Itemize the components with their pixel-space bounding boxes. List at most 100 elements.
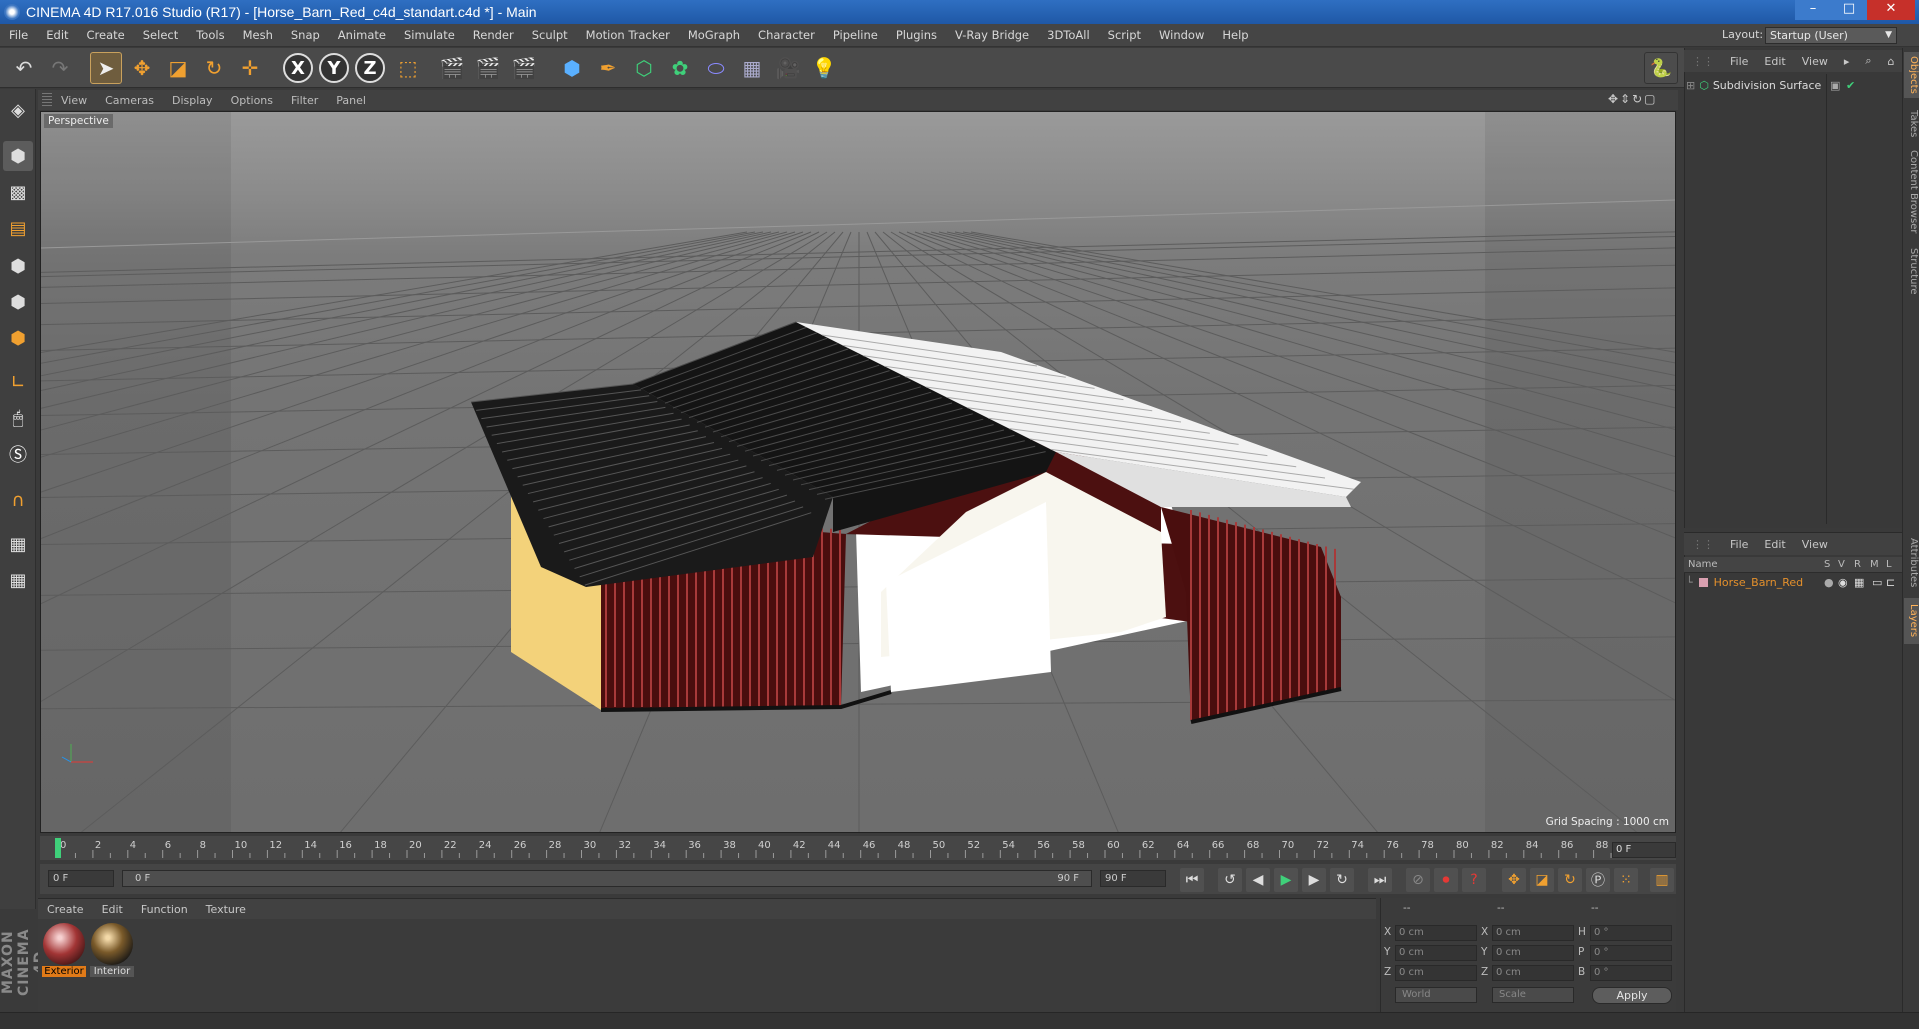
subdivision-button[interactable]: ⬡ (628, 52, 660, 84)
render-clapper-icon[interactable]: ▦ (1854, 576, 1864, 589)
size-x-field[interactable]: 0 cm (1492, 925, 1574, 941)
workplane-lock-button[interactable]: ▦ (3, 529, 33, 559)
floor-environment-button[interactable]: ▦ (736, 52, 768, 84)
solo-mode-button[interactable]: Ⓢ (3, 439, 33, 469)
tab-attributes[interactable]: Attributes (1904, 532, 1919, 594)
go-to-end-button[interactable]: ⏭ (1368, 868, 1392, 892)
rotation-p-field[interactable]: 0 ° (1590, 945, 1672, 961)
home-icon[interactable]: ⌂ (1880, 55, 1903, 68)
menu-tools[interactable]: Tools (187, 28, 233, 42)
menu-character[interactable]: Character (749, 28, 824, 42)
menu-edit[interactable]: Edit (37, 28, 77, 42)
previous-key-button[interactable]: ↺ (1218, 868, 1242, 892)
key-scale-button[interactable]: ◪ (1530, 868, 1554, 892)
lock-y-axis-button[interactable]: Y (318, 52, 350, 84)
camera-button[interactable]: 🎥 (772, 52, 804, 84)
size-z-field[interactable]: 0 cm (1492, 965, 1574, 981)
menu-3dtoall[interactable]: 3DToAll (1038, 28, 1099, 42)
current-frame-field[interactable]: 0 F (1612, 842, 1676, 858)
deformer-button[interactable]: ⬭ (700, 52, 732, 84)
scale-tool-button[interactable]: ◪ (162, 52, 194, 84)
move-tool-button[interactable]: ✥ (126, 52, 158, 84)
axis-mode-button[interactable]: ∟ (3, 367, 33, 397)
autokey-button[interactable]: ? (1462, 868, 1486, 892)
spline-pen-button[interactable]: ✒ (592, 52, 624, 84)
menu-window[interactable]: Window (1150, 28, 1213, 42)
render-settings-button[interactable]: 🎬 (508, 52, 540, 84)
menu-snap[interactable]: Snap (282, 28, 329, 42)
position-z-field[interactable]: 0 cm (1395, 965, 1477, 981)
visibility-toggle-icon[interactable]: ▣ (1830, 79, 1840, 92)
layer-menu-file[interactable]: File (1722, 538, 1756, 551)
frame-range-slider[interactable]: 0 F 90 F (122, 870, 1092, 887)
minimize-button[interactable]: – (1795, 0, 1831, 20)
material-menu-texture[interactable]: Texture (197, 903, 255, 916)
object-row-subdivision-surface[interactable]: ⊞ ⬡ Subdivision Surface ▣ ✔ (1686, 76, 1900, 94)
layer-color-swatch[interactable] (1698, 577, 1708, 587)
more-arrow-icon[interactable]: ▸ (1836, 55, 1858, 68)
material-menu-function[interactable]: Function (132, 903, 197, 916)
material-interior[interactable]: Interior (90, 922, 134, 978)
model-mode-button[interactable]: ⬢ (3, 141, 33, 171)
undo-button[interactable]: ↶ (8, 52, 40, 84)
texture-mode-button[interactable]: ▩ (3, 177, 33, 207)
tweak-mode-button[interactable]: 🖱 (3, 403, 33, 433)
go-to-start-button[interactable]: ⏮ (1180, 868, 1204, 892)
record-button[interactable]: ⏺ (1434, 868, 1458, 892)
position-x-field[interactable]: 0 cm (1395, 925, 1477, 941)
layer-row-horse-barn[interactable]: └ Horse_Barn_Red ● ◉ ▦ ▭ ⊏ (1686, 574, 1900, 590)
light-button[interactable]: 💡 (808, 52, 840, 84)
points-mode-button[interactable]: ⬢ (3, 251, 33, 281)
viewport-menu-filter[interactable]: Filter (282, 94, 327, 107)
menu-create[interactable]: Create (78, 28, 134, 42)
tab-takes[interactable]: Takes (1904, 106, 1919, 142)
material-menu-create[interactable]: Create (38, 903, 93, 916)
python-button[interactable]: 🐍 (1644, 52, 1678, 84)
material-exterior[interactable]: Exterior (42, 922, 86, 978)
eye-icon[interactable]: ◉ (1838, 576, 1848, 589)
viewport-navigation-icons[interactable]: ✥⇕↻▢ (1608, 92, 1658, 106)
tab-objects[interactable]: Objects (1904, 52, 1919, 98)
coordinate-space-dropdown[interactable]: World (1395, 987, 1477, 1003)
apply-button[interactable]: Apply (1592, 987, 1672, 1004)
cube-object-button[interactable]: ⬢ (556, 52, 588, 84)
menu-pipeline[interactable]: Pipeline (824, 28, 887, 42)
key-position-button[interactable]: ✥ (1502, 868, 1526, 892)
rotate-tool-button[interactable]: ↻ (198, 52, 230, 84)
menu-mograph[interactable]: MoGraph (679, 28, 749, 42)
menu-help[interactable]: Help (1213, 28, 1257, 42)
start-frame-field[interactable]: 0 F (48, 870, 114, 887)
key-rotation-button[interactable]: ↻ (1558, 868, 1582, 892)
key-parameter-button[interactable]: Ⓟ (1586, 868, 1610, 892)
timeline-ruler[interactable]: 0 2 4 6 8 10 12 14 16 18 20 22 24 26 28 30 32 34 36 38 40 42 4… (40, 836, 1676, 860)
viewport-menu-options[interactable]: Options (222, 94, 282, 107)
perspective-viewport[interactable]: Perspective Grid Spacing : 1000 cm (40, 111, 1676, 833)
maximize-button[interactable]: □ (1831, 0, 1867, 20)
tab-structure[interactable]: Structure (1904, 242, 1919, 300)
viewport-menu-panel[interactable]: Panel (327, 94, 375, 107)
next-frame-button[interactable]: ▶ (1302, 868, 1326, 892)
coordinate-system-button[interactable]: ⬚ (392, 52, 424, 84)
menu-motion-tracker[interactable]: Motion Tracker (577, 28, 679, 42)
snap-button[interactable]: ∩ (3, 485, 33, 515)
viewport-camera-label[interactable]: Perspective (44, 114, 113, 128)
previous-frame-button[interactable]: ◀ (1246, 868, 1270, 892)
make-editable-button[interactable]: ◈ (3, 95, 33, 125)
layer-menu-edit[interactable]: Edit (1756, 538, 1793, 551)
render-picture-viewer-button[interactable]: 🎬 (472, 52, 504, 84)
position-y-field[interactable]: 0 cm (1395, 945, 1477, 961)
menu-render[interactable]: Render (464, 28, 523, 42)
menu-simulate[interactable]: Simulate (395, 28, 464, 42)
edges-mode-button[interactable]: ⬢ (3, 287, 33, 317)
tab-layers[interactable]: Layers (1904, 598, 1919, 644)
motion-record-button[interactable]: ⊘ (1406, 868, 1430, 892)
manager-icon[interactable]: ▭ (1872, 576, 1882, 589)
menu-file[interactable]: File (0, 28, 37, 42)
search-icon[interactable]: ⌕ (1857, 54, 1879, 68)
coordinate-mode-dropdown[interactable]: Scale (1492, 987, 1574, 1003)
viewport-menu-display[interactable]: Display (163, 94, 222, 107)
object-menu-view[interactable]: View (1794, 55, 1836, 68)
menu-select[interactable]: Select (134, 28, 187, 42)
polygons-mode-button[interactable]: ⬢ (3, 323, 33, 353)
menu-script[interactable]: Script (1099, 28, 1150, 42)
